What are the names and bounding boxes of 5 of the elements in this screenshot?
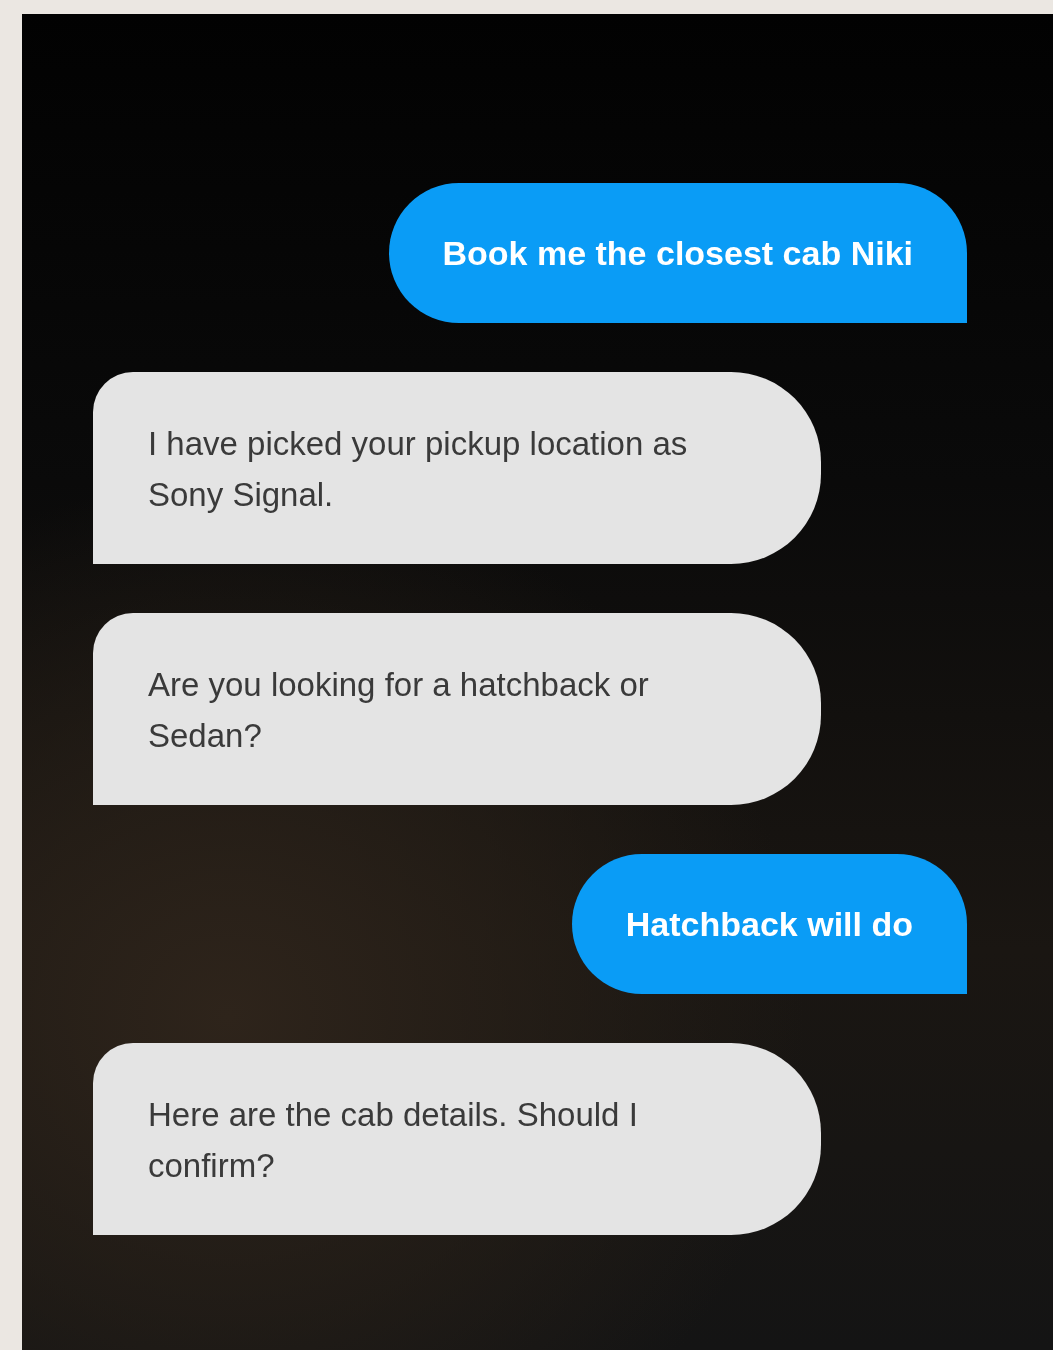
bot-message: I have picked your pickup location as Sony Signal. (93, 372, 821, 564)
bot-message: Here are the cab details. Should I confirm? (93, 1043, 821, 1235)
user-message: Book me the closest cab Niki (388, 183, 967, 323)
user-message: Hatchback will do (571, 854, 967, 994)
bot-message: Are you looking for a hatchback or Sedan? (93, 613, 821, 805)
